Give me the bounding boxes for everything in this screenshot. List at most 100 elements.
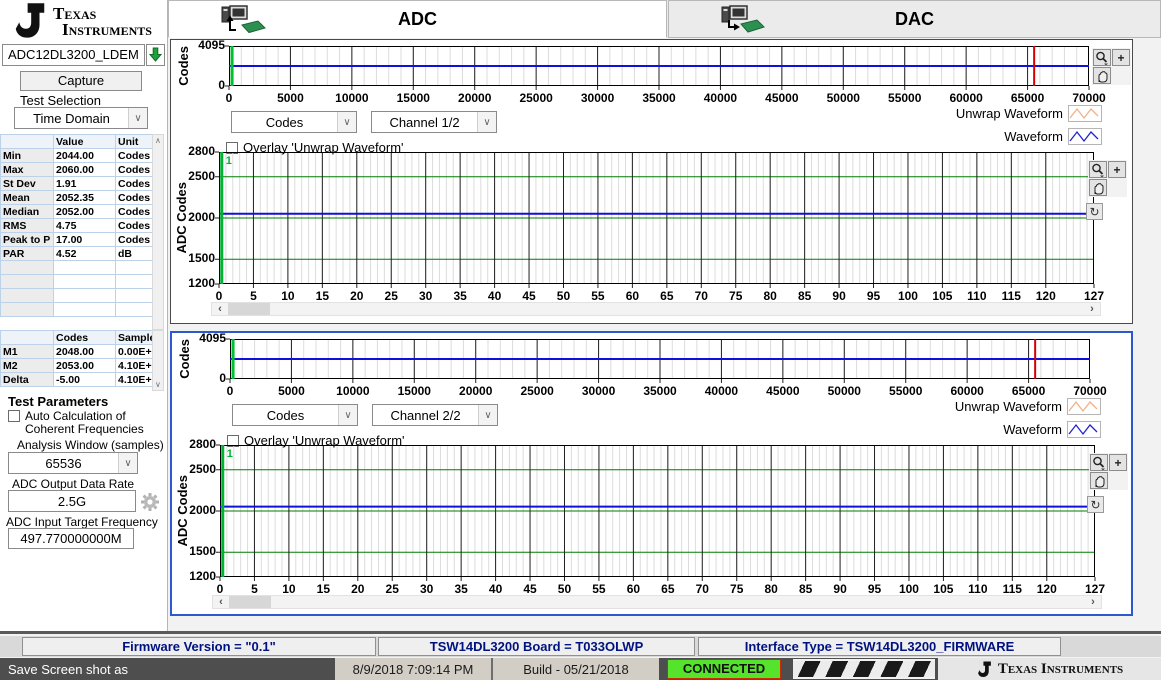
legend-sample-unwrap[interactable] — [1068, 105, 1102, 122]
x-tick-label: 60000 — [944, 384, 990, 398]
adc-input-freq-label: ADC Input Target Frequency — [6, 515, 158, 529]
sidebar: Texas Instruments ADC12DL3200_LDEM Captu… — [0, 0, 168, 632]
plot-canvas — [220, 445, 1095, 577]
x-tick-label: 40000 — [698, 384, 744, 398]
unit-dropdown-ch2[interactable]: Codes ∨ — [232, 404, 358, 426]
device-select[interactable]: ADC12DL3200_LDEM — [2, 44, 145, 66]
x-tick-label: 65000 — [1006, 384, 1052, 398]
zoom-tool-button[interactable] — [1090, 454, 1108, 471]
chart-scrollbar-ch2[interactable]: ‹ › — [212, 595, 1102, 609]
ti-logo: Texas Instruments — [10, 2, 152, 40]
table-row — [1, 275, 153, 289]
table-row: RMS4.75Codes — [1, 219, 153, 233]
legend-sample-waveform[interactable] — [1068, 128, 1102, 145]
x-tick-label: 70000 — [1067, 384, 1113, 398]
legend-sample-unwrap[interactable] — [1067, 398, 1101, 415]
analysis-window-dropdown[interactable]: 65536 ∨ — [8, 452, 138, 474]
scroll-right-icon[interactable]: › — [1085, 596, 1101, 608]
column-header: Codes — [54, 331, 116, 345]
x-tick-label: 40000 — [697, 91, 743, 105]
legend-waveform: Waveform — [1003, 421, 1101, 438]
scroll-up-icon[interactable]: ∧ — [155, 136, 161, 145]
autoscale-button[interactable]: ↻ — [1087, 496, 1104, 513]
analysis-window-label: Analysis Window (samples) — [17, 438, 164, 452]
cursor-tool-button[interactable]: + — [1109, 454, 1127, 471]
cell: 4.10E+3 — [116, 359, 153, 373]
channel-2-panel[interactable]: Codes 0500010000150002000025000300003500… — [170, 331, 1133, 616]
statistics-table: ValueUnitMin2044.00CodesMax2060.00CodesS… — [0, 134, 164, 330]
chevron-down-icon: ∨ — [128, 108, 147, 128]
scroll-down-icon[interactable]: ∨ — [155, 380, 161, 389]
progress-stripes — [793, 659, 935, 679]
y-tick-label: 1500 — [172, 544, 216, 558]
pan-tool-button[interactable] — [1090, 472, 1108, 489]
legend-label: Unwrap Waveform — [955, 399, 1062, 414]
legend-line-icon — [1069, 129, 1101, 144]
overview-plot-ch1[interactable]: 0500010000150002000025000300003500040000… — [229, 46, 1089, 86]
y-tick-label: 2500 — [171, 169, 215, 183]
cell: Codes — [116, 205, 153, 219]
cell: 4.10E+3 — [116, 373, 153, 387]
stats-table-scrollbar[interactable]: ∧ — [152, 134, 164, 330]
cell: Codes — [116, 191, 153, 205]
main-plot-ch1[interactable]: 0510152025303540455055606570758085909510… — [219, 152, 1094, 284]
scroll-left-icon[interactable]: ‹ — [213, 596, 229, 608]
column-header: Unit — [116, 135, 153, 149]
scroll-right-icon[interactable]: › — [1084, 303, 1100, 315]
board-indicator: TSW14DL3200 Board = T033OLWP — [378, 637, 695, 656]
adc-input-freq-input[interactable]: 497.770000000M — [8, 528, 134, 549]
device-load-button[interactable] — [146, 44, 165, 66]
gear-icon[interactable] — [139, 491, 161, 513]
cell — [1, 289, 54, 303]
cell — [1, 303, 54, 317]
cursor-tool-button[interactable]: + — [1112, 49, 1130, 66]
x-tick-label: 35000 — [637, 384, 683, 398]
overview-plot-ch2[interactable]: 0500010000150002000025000300003500040000… — [230, 339, 1090, 379]
cell: 0.00E+0 — [116, 345, 153, 359]
cursor-tool-button[interactable]: + — [1108, 161, 1126, 178]
test-selection-label: Test Selection — [20, 93, 101, 108]
magnifier-icon — [1092, 456, 1106, 470]
unit-dropdown-ch1[interactable]: Codes ∨ — [231, 111, 357, 133]
scrollbar-thumb[interactable] — [229, 596, 271, 608]
x-tick-label: 10000 — [330, 384, 376, 398]
save-screenshot-label[interactable]: Save Screen shot as — [8, 662, 128, 677]
pan-tool-button[interactable] — [1089, 179, 1107, 196]
cell — [54, 289, 116, 303]
table-row: Min2044.00Codes — [1, 149, 153, 163]
tab-adc[interactable]: ADC — [168, 0, 667, 38]
legend-sample-waveform[interactable] — [1067, 421, 1101, 438]
cell: 2044.00 — [54, 149, 116, 163]
scroll-left-icon[interactable]: ‹ — [212, 303, 228, 315]
main-plot-ch2[interactable]: 0510152025303540455055606570758085909510… — [220, 445, 1095, 577]
ti-logo-icon — [976, 661, 993, 678]
x-tick-label: 20000 — [453, 384, 499, 398]
adc-output-rate-input[interactable]: 2.5G — [8, 490, 136, 512]
pan-tool-button[interactable] — [1093, 67, 1111, 84]
cell: -5.00 — [54, 373, 116, 387]
cell — [54, 261, 116, 275]
capture-button[interactable]: Capture — [20, 71, 142, 91]
channel-dropdown-ch1[interactable]: Channel 1/2 ∨ — [371, 111, 497, 133]
table-row: Peak to P17.00Codes — [1, 233, 153, 247]
cell — [116, 289, 153, 303]
x-tick-label: 50000 — [820, 91, 866, 105]
tab-dac[interactable]: DAC — [668, 0, 1161, 38]
table-header: ValueUnit — [1, 135, 153, 149]
status-bar: Save Screen shot as 8/9/2018 7:09:14 PM … — [0, 658, 1161, 680]
zoom-tool-button[interactable] — [1089, 161, 1107, 178]
marker-table-scrollbar[interactable]: ∨ — [152, 330, 164, 391]
scrollbar-thumb[interactable] — [228, 303, 270, 315]
legend-line-icon — [1069, 106, 1101, 121]
legend-line-icon — [1068, 399, 1100, 414]
cell — [116, 303, 153, 317]
autoscale-button[interactable]: ↻ — [1086, 203, 1103, 220]
y-tick-label: 2500 — [172, 462, 216, 476]
zoom-tool-button[interactable] — [1093, 49, 1111, 66]
chart-scrollbar-ch1[interactable]: ‹ › — [211, 302, 1101, 316]
auto-calc-checkbox[interactable] — [8, 410, 20, 422]
channel-dropdown-ch2[interactable]: Channel 2/2 ∨ — [372, 404, 498, 426]
test-selection-dropdown[interactable]: Time Domain ∨ — [14, 107, 148, 129]
y-tick-label: 1500 — [171, 251, 215, 265]
y-tick-label: 2800 — [171, 144, 215, 158]
